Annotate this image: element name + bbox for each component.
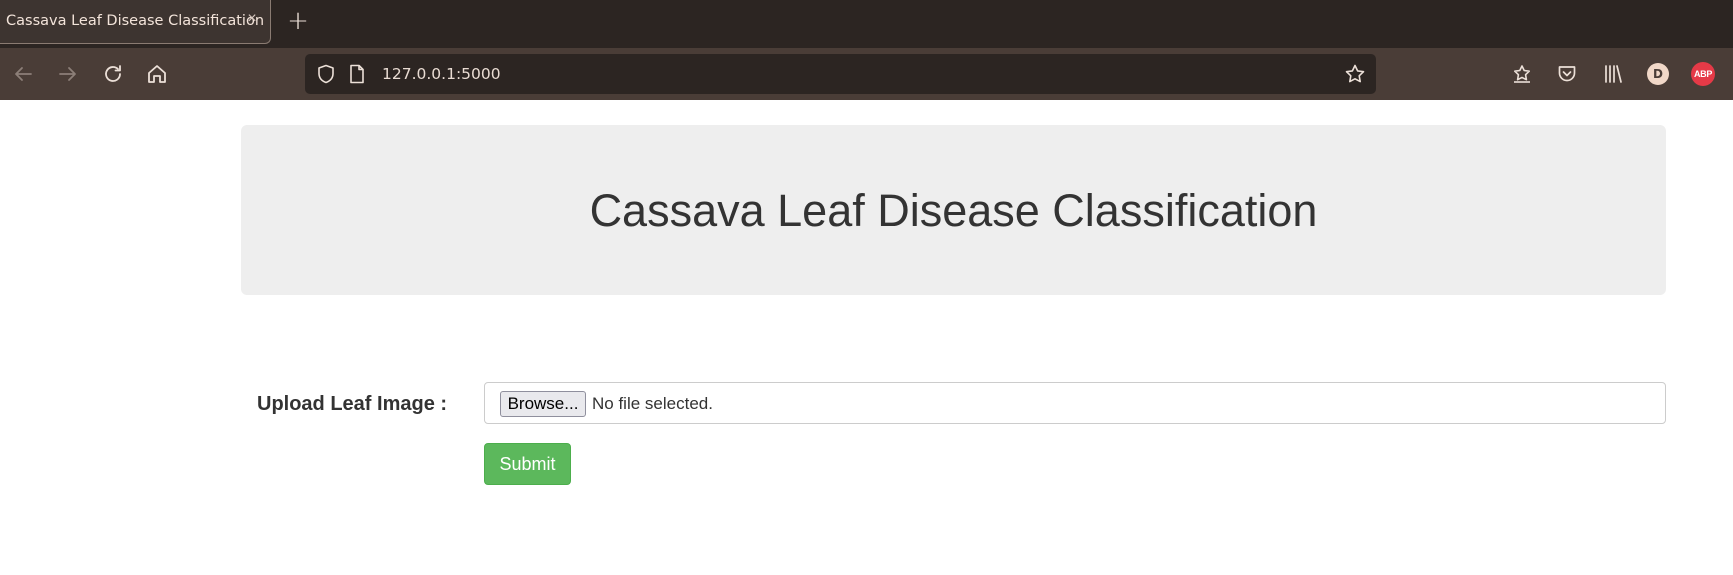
- forward-icon[interactable]: [56, 62, 80, 86]
- library-icon[interactable]: [1601, 62, 1625, 86]
- upload-label: Upload Leaf Image :: [257, 393, 448, 415]
- close-icon[interactable]: ×: [243, 10, 261, 28]
- back-icon[interactable]: [11, 62, 35, 86]
- submit-button[interactable]: Submit: [484, 443, 571, 485]
- url-text[interactable]: 127.0.0.1:5000: [382, 65, 501, 83]
- file-input[interactable]: Browse... No file selected.: [484, 382, 1666, 424]
- page-icon: [346, 63, 368, 85]
- adblock-icon[interactable]: ABP: [1691, 62, 1715, 86]
- tab-title: Cassava Leaf Disease Classification: [6, 13, 265, 29]
- browse-button[interactable]: Browse...: [500, 391, 586, 417]
- pocket-save-icon[interactable]: [1510, 62, 1534, 86]
- shield-icon[interactable]: [315, 63, 337, 85]
- new-tab-button[interactable]: +: [285, 8, 311, 34]
- tab-bar: Cassava Leaf Disease Classification × +: [0, 0, 1733, 48]
- bookmark-star-icon[interactable]: [1344, 63, 1366, 85]
- pocket-icon[interactable]: [1555, 62, 1579, 86]
- file-status-text: No file selected.: [592, 394, 713, 413]
- page-title: Cassava Leaf Disease Classification: [589, 185, 1318, 236]
- header-jumbotron: Cassava Leaf Disease Classification: [241, 125, 1666, 295]
- home-icon[interactable]: [145, 62, 169, 86]
- reload-icon[interactable]: [101, 62, 125, 86]
- browser-tab[interactable]: Cassava Leaf Disease Classification ×: [0, 0, 271, 44]
- profile-icon[interactable]: D: [1647, 63, 1669, 85]
- address-bar[interactable]: 127.0.0.1:5000: [305, 54, 1376, 94]
